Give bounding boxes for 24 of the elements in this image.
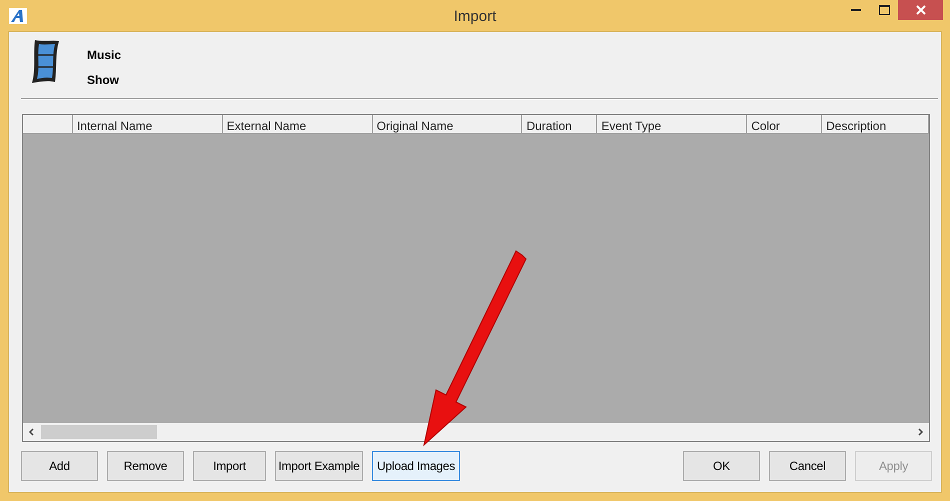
column-header[interactable]: Original Name: [372, 115, 522, 133]
header-label: Show: [87, 72, 120, 89]
column-header[interactable]: Color: [747, 115, 822, 133]
column-header[interactable]: Internal Name: [72, 115, 223, 133]
app-logo-icon: [9, 8, 27, 24]
column-header[interactable]: External Name: [222, 115, 373, 133]
dialog-button[interactable]: Remove: [107, 451, 184, 481]
header-label: Music: [87, 47, 122, 64]
close-icon: [916, 5, 926, 15]
minimize-icon: [851, 9, 861, 11]
dialog-button[interactable]: Upload Images: [372, 451, 460, 481]
dialog-button[interactable]: Add: [21, 451, 98, 481]
horizontal-scrollbar[interactable]: [23, 423, 929, 441]
column-header[interactable]: Event Type: [597, 115, 748, 133]
close-button[interactable]: [898, 0, 943, 20]
column-header[interactable]: Duration: [522, 115, 598, 133]
dialog-button[interactable]: OK: [683, 451, 760, 481]
window-title: Import: [454, 7, 496, 27]
scrollbar-thumb[interactable]: [41, 425, 157, 439]
dialog-button[interactable]: Cancel: [769, 451, 846, 481]
column-header[interactable]: Description: [822, 115, 929, 133]
dialog-button[interactable]: Import: [193, 451, 266, 481]
maximize-icon: [878, 5, 890, 15]
dialog-button[interactable]: Import Example: [275, 451, 363, 481]
